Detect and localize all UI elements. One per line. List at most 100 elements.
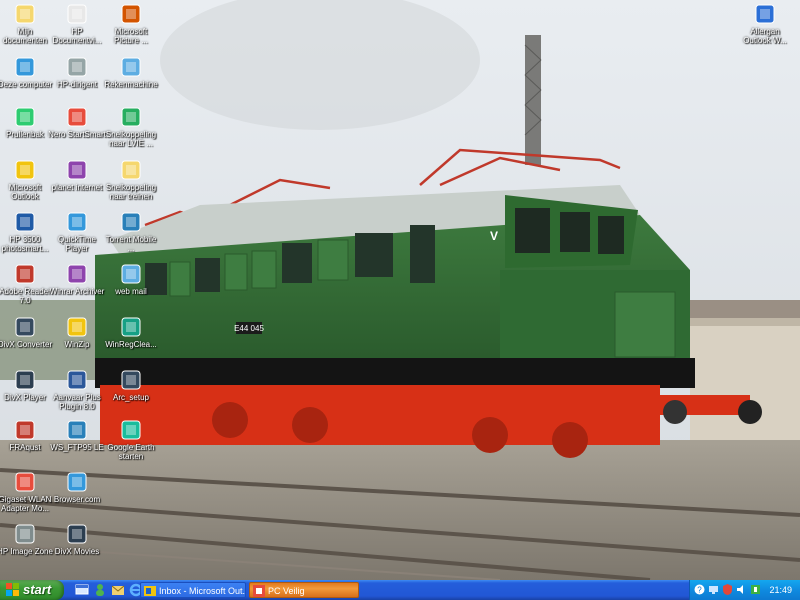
clock[interactable]: 21:49 [769, 580, 792, 600]
divx-movies-icon [67, 524, 87, 544]
desktop-icon-winregclean[interactable]: WinRegClea... [102, 315, 160, 349]
desktop-icon-label: Torrent Mobile ... [105, 235, 157, 253]
desktop-icon-shortcut-lvie[interactable]: Snelkoppeling naar LVIE ... [102, 105, 160, 148]
winregclean-icon [121, 317, 141, 337]
taskbar: start Inbox - Microsoft Out... PC Veilig… [0, 580, 800, 600]
desktop-icon-folder-treinen[interactable]: Snelkoppeling naar treinen [102, 158, 160, 201]
desktop-icon-fraqust[interactable]: FRAqust [0, 418, 54, 452]
desktop-icon-label: QuickTime Player [58, 235, 96, 253]
network-icon[interactable] [708, 584, 719, 595]
show-desktop-icon[interactable] [74, 582, 90, 598]
desktop-icon-divx-converter[interactable]: DivX Converter [0, 315, 54, 349]
svg-text:?: ? [697, 586, 702, 595]
desktop-icon-google-earth[interactable]: Google Earth starten [102, 418, 160, 461]
desktop-icon-calculator[interactable]: Rekenmachine [102, 55, 160, 89]
security-shield-icon[interactable] [722, 584, 733, 595]
desktop-icon-gigaset-wlan[interactable]: Gigaset WLAN Adapter Mo... [0, 470, 54, 513]
outlook-icon [144, 586, 156, 596]
ws-ftp-icon [67, 420, 87, 440]
desktop-icon-label: WS_FTP95 LE [50, 443, 104, 452]
desktop-icon-winrar[interactable]: Winrar Archiver [48, 262, 106, 296]
outlook-express-icon[interactable] [110, 582, 126, 598]
locomotive-side-letter: V [490, 229, 498, 243]
planet-internet-icon [67, 160, 87, 180]
desktop-icon-label: HP 3500 photosmart... [1, 235, 49, 253]
locomotive-number-side: E44 045 [234, 324, 264, 333]
divx-converter-icon [15, 317, 35, 337]
folder-treinen-icon [121, 160, 141, 180]
desktop-icon-quicktime[interactable]: QuickTime Player [48, 210, 106, 253]
quicktime-icon [67, 212, 87, 232]
desktop-icon-word-document[interactable]: Aanvaar Plus Plugin 8.0 [48, 368, 106, 411]
taskbar-item-pc-veilig[interactable]: PC Veilig [249, 582, 359, 598]
desktop-icon-label: HP Image Zone [0, 547, 53, 556]
desktop-icon-winzip[interactable]: WinZip [48, 315, 106, 349]
winzip-icon [67, 317, 87, 337]
desktop-icon-nero-startsmart[interactable]: Nero StartSmart [48, 105, 106, 139]
windows-flag-icon [6, 583, 19, 596]
calculator-icon [121, 57, 141, 77]
desktop-icon-adobe-reader[interactable]: Adobe Reader 7.0 [0, 262, 54, 305]
desktop-icon-my-computer[interactable]: Deze computer [0, 55, 54, 89]
start-label: start [23, 582, 52, 597]
system-tray: ? 21:49 [689, 580, 800, 600]
desktop-icon-hp-photosmart[interactable]: HP 3500 photosmart... [0, 210, 54, 253]
desktop-icon-label: HP Documentvi... [52, 27, 102, 45]
desktop-icon-planet-internet[interactable]: planet internet [48, 158, 106, 192]
taskbar-item-label: PC Veilig [268, 586, 305, 596]
picture-manager-icon [121, 4, 141, 24]
desktop-icon-label: Browser.com [53, 495, 101, 504]
desktop-icon-label: WinRegClea... [105, 340, 157, 349]
desktop-icon-label: Rekenmachine [104, 80, 158, 89]
taskbar-item-inbox[interactable]: Inbox - Microsoft Out... [140, 582, 246, 598]
desktop-icon-label: Google Earth starten [107, 443, 155, 461]
setup-icon [121, 370, 141, 390]
desktop-icon-ws-ftp[interactable]: WS_FTP95 LE [48, 418, 106, 452]
help-icon[interactable]: ? [694, 584, 705, 595]
desktop-icon-hp-director[interactable]: HP-dirigent [48, 55, 106, 89]
messenger-icon[interactable] [92, 582, 108, 598]
hp-image-zone-icon [15, 524, 35, 544]
taskbar-item-label: Inbox - Microsoft Out... [159, 586, 246, 596]
desktop-icon-outlook-web[interactable]: Allergan Outlook W... [736, 2, 794, 45]
shortcut-lvie-icon [121, 107, 141, 127]
desktop-icon-label: Adobe Reader 7.0 [0, 287, 51, 305]
desktop-icon-setup[interactable]: Arc_setup [102, 368, 160, 402]
desktop-icon-label: WinZip [64, 340, 90, 349]
winrar-icon [67, 264, 87, 284]
desktop-icon-label: DivX Converter [0, 340, 53, 349]
adobe-reader-icon [15, 264, 35, 284]
desktop-icon-divx-player[interactable]: DivX Player [0, 368, 54, 402]
desktop-icon-recycle-bin[interactable]: Prullenbak [0, 105, 54, 139]
desktop-icon-label: Prullenbak [6, 130, 44, 139]
desktop-icon-label: HP-dirigent [56, 80, 97, 89]
desktop-icon-label: DivX Player [4, 393, 46, 402]
gigaset-wlan-icon [15, 472, 35, 492]
desktop-icon-outlook[interactable]: Microsoft Outlook [0, 158, 54, 201]
desktop-icon-hp-document-viewer[interactable]: HP Documentvi... [48, 2, 106, 45]
web-mail-icon [121, 264, 141, 284]
desktop-icon-my-documents[interactable]: Mijn documenten [0, 2, 54, 45]
my-computer-icon [15, 57, 35, 77]
desktop-icon-label: Snelkoppeling naar LVIE ... [105, 130, 157, 148]
desktop-icon-label: Aanvaar Plus Plugin 8.0 [53, 393, 101, 411]
desktop-icon-picture-manager[interactable]: Microsoft Picture ... [102, 2, 160, 45]
antivirus-icon[interactable] [750, 584, 761, 595]
desktop-icon-label: FRAqust [9, 443, 41, 452]
desktop-icon-label: Snelkoppeling naar treinen [105, 183, 157, 201]
desktop-icon-hp-image-zone[interactable]: HP Image Zone [0, 522, 54, 556]
desktop[interactable]: E44 045 E44 045 V Mijn documentenHP Docu… [0, 0, 800, 580]
desktop-icon-torrent[interactable]: Torrent Mobile ... [102, 210, 160, 253]
start-button[interactable]: start [0, 580, 64, 600]
nero-startsmart-icon [67, 107, 87, 127]
volume-icon[interactable] [736, 584, 747, 595]
outlook-web-icon [755, 4, 775, 24]
desktop-icon-divx-movies[interactable]: DivX Movies [48, 522, 106, 556]
desktop-icon-label: Arc_setup [112, 393, 150, 402]
desktop-icon-label: Microsoft Outlook [8, 183, 42, 201]
desktop-icon-label: planet internet [51, 183, 103, 192]
recycle-bin-icon [15, 107, 35, 127]
desktop-icon-browser[interactable]: Browser.com [48, 470, 106, 504]
outlook-icon [15, 160, 35, 180]
desktop-icon-web-mail[interactable]: web mail [102, 262, 160, 296]
